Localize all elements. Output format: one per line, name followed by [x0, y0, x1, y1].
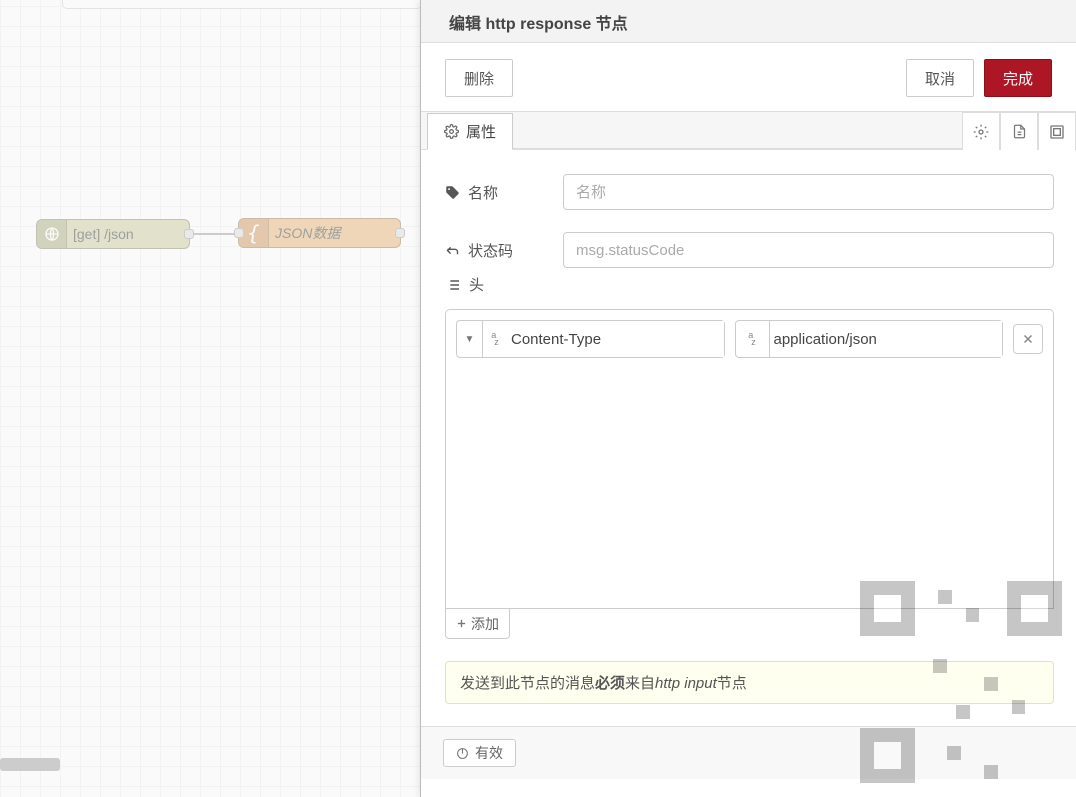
- header-key-input[interactable]: ▼ az: [456, 320, 725, 358]
- tag-icon: [445, 185, 460, 200]
- node-http-in[interactable]: [get] /json: [36, 219, 190, 249]
- node-input-port[interactable]: [234, 228, 244, 238]
- name-input[interactable]: [563, 174, 1054, 210]
- cancel-button[interactable]: 取消: [906, 59, 974, 97]
- row-status: 状态码: [445, 232, 1054, 268]
- status-code-input[interactable]: [563, 232, 1054, 268]
- delete-button[interactable]: 删除: [445, 59, 513, 97]
- tab-settings-button[interactable]: [962, 112, 1000, 150]
- node-label: JSON数据: [275, 223, 340, 243]
- panel-footer: 有效: [421, 726, 1076, 779]
- gear-icon: [444, 124, 459, 139]
- header-value-value[interactable]: [770, 321, 1003, 357]
- globe-icon: [37, 220, 67, 248]
- node-label: [get] /json: [73, 226, 134, 242]
- close-icon: [1022, 333, 1034, 345]
- label-name: 名称: [445, 182, 549, 203]
- canvas-dim-overlay: [0, 0, 420, 797]
- headers-list[interactable]: ▼ az az: [445, 309, 1054, 609]
- canvas-tab-strip-edge: [62, 0, 422, 9]
- tab-appearance-button[interactable]: [1038, 112, 1076, 150]
- node-output-port[interactable]: [395, 228, 405, 238]
- file-icon: [1012, 124, 1027, 139]
- power-icon: [456, 747, 469, 760]
- edit-tabs: 属性: [421, 112, 1076, 150]
- plus-icon: [456, 618, 467, 629]
- done-button[interactable]: 完成: [984, 59, 1052, 97]
- edit-panel: 编辑 http response 节点 删除 取消 完成 属性: [420, 0, 1076, 797]
- label-status: 状态码: [445, 240, 549, 261]
- gear-icon: [973, 124, 989, 140]
- panel-action-bar: 删除 取消 完成: [421, 43, 1076, 112]
- horizontal-scrollbar[interactable]: [0, 758, 60, 771]
- panel-title: 编辑 http response 节点: [421, 0, 1076, 43]
- add-header-button[interactable]: 添加: [445, 609, 510, 639]
- row-name: 名称: [445, 174, 1054, 210]
- enabled-toggle[interactable]: 有效: [443, 739, 516, 767]
- tab-properties[interactable]: 属性: [427, 113, 513, 150]
- header-row: ▼ az az: [456, 320, 1043, 358]
- tab-label: 属性: [466, 121, 496, 142]
- header-value-input[interactable]: az: [735, 320, 1004, 358]
- layout-icon: [1049, 124, 1065, 140]
- tab-description-button[interactable]: [1000, 112, 1038, 150]
- node-output-port[interactable]: [184, 229, 194, 239]
- node-json-template[interactable]: { JSON数据: [238, 218, 401, 248]
- wire[interactable]: [190, 233, 238, 235]
- az-icon: az: [736, 321, 770, 357]
- type-toggle[interactable]: ▼: [457, 321, 483, 357]
- delete-header-button[interactable]: [1013, 324, 1043, 354]
- reply-icon: [445, 243, 460, 258]
- header-key-value[interactable]: [507, 321, 724, 357]
- list-icon: [445, 277, 461, 293]
- az-icon: az: [483, 321, 507, 357]
- tip-message: 发送到此节点的消息必须来自http input节点: [445, 661, 1054, 704]
- flow-canvas[interactable]: [get] /json { JSON数据: [0, 0, 420, 797]
- label-headers: 头: [445, 274, 1054, 295]
